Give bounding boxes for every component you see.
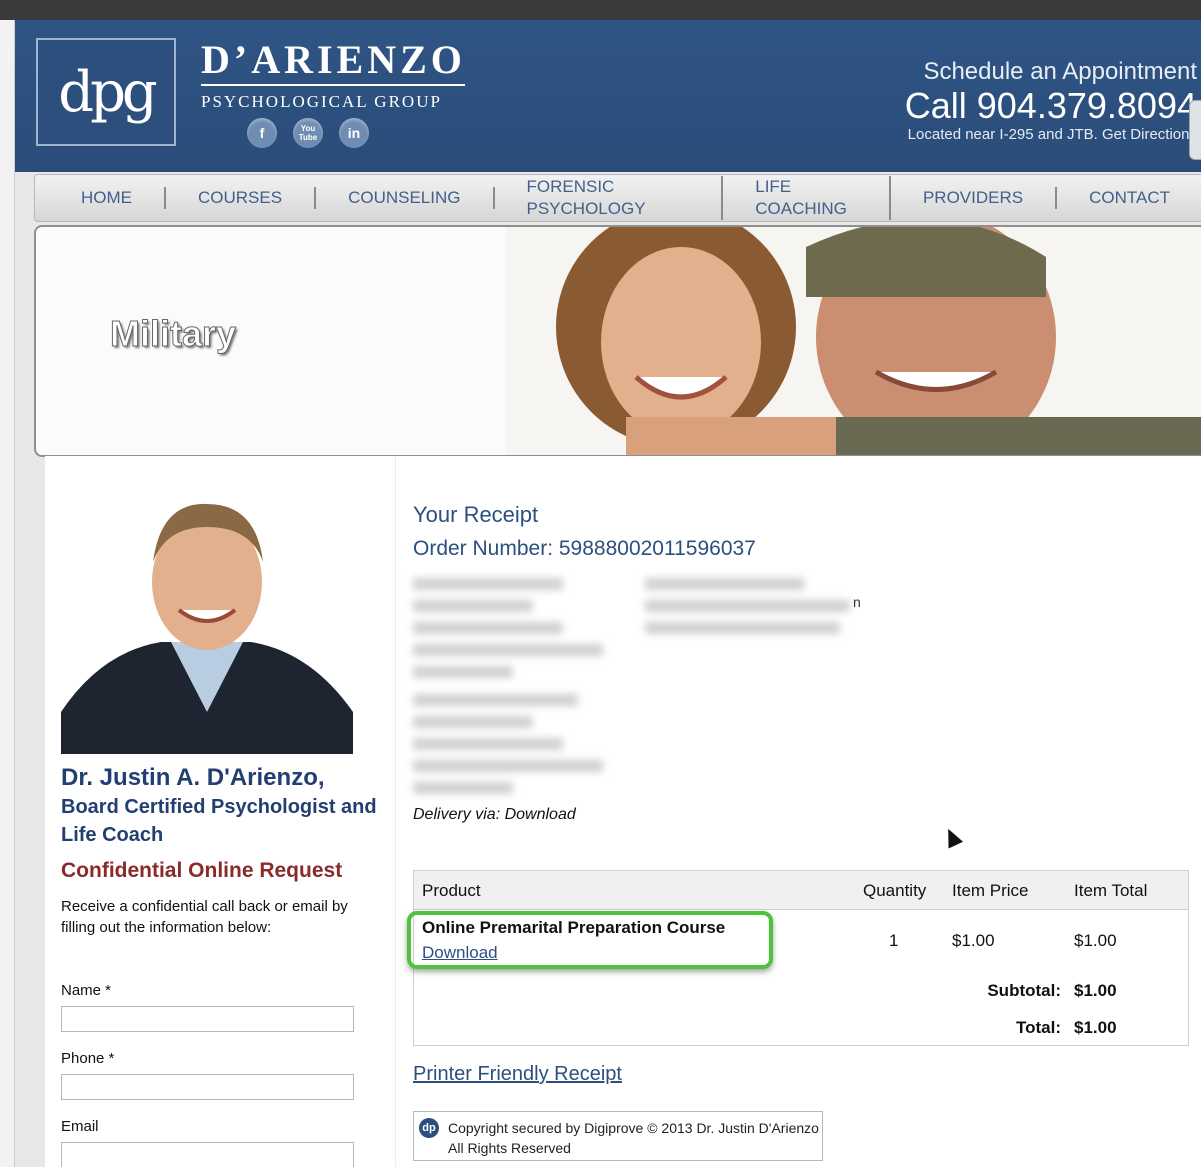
- blurred-billing-info: [413, 622, 563, 634]
- nav-forensic-psychology[interactable]: FORENSIC PSYCHOLOGY: [495, 176, 724, 220]
- social-links: f You Tube in: [247, 118, 369, 148]
- copyright-box: dp Copyright secured by Digiprove © 2013…: [413, 1111, 823, 1161]
- col-item-price: Item Price: [952, 881, 1029, 900]
- blurred-contact-info: [645, 622, 840, 634]
- order-number: Order Number: 59888002011596037: [413, 537, 756, 560]
- printer-friendly-link[interactable]: Printer Friendly Receipt: [413, 1063, 622, 1086]
- main-nav: HOME COURSES COUNSELING FORENSIC PSYCHOL…: [34, 174, 1201, 222]
- item-total-value: $1.00: [1074, 931, 1117, 950]
- name-field[interactable]: [61, 1006, 354, 1032]
- blurred-contact-info: [645, 578, 805, 590]
- request-description: Receive a confidential call back or emai…: [61, 898, 348, 936]
- youtube-icon[interactable]: You Tube: [293, 118, 323, 148]
- email-label: Email: [61, 1118, 99, 1135]
- copyright-line: Copyright secured by Digiprove © 2013 Dr…: [448, 1120, 819, 1136]
- nav-contact[interactable]: CONTACT: [1057, 187, 1201, 209]
- nav-providers[interactable]: PROVIDERS: [891, 187, 1058, 209]
- subtotal-value: $1.00: [1074, 981, 1117, 1000]
- page-content: Dr. Justin A. D'Arienzo, Board Certified…: [45, 456, 1201, 1167]
- appointment-block: Schedule an Appointment Call 904.379.809…: [905, 58, 1201, 160]
- banner-title: Military: [109, 313, 237, 355]
- total-value: $1.00: [1074, 1018, 1117, 1037]
- nav-counseling[interactable]: COUNSELING: [316, 187, 495, 209]
- order-table: Product Quantity Item Price Item Total O…: [407, 870, 1189, 1046]
- brand-divider: [201, 84, 465, 86]
- doctor-title: Board Certified Psychologist and Life Co…: [61, 796, 377, 846]
- brand-name: D’ARIENZO: [201, 37, 466, 82]
- email-field[interactable]: [61, 1142, 354, 1167]
- site-header: dpg D’ARIENZO PSYCHOLOGICAL GROUP f You …: [15, 20, 1201, 172]
- annotation-highlight: [407, 911, 773, 969]
- hero-banner: Military: [34, 225, 1201, 457]
- logo-mark: dpg: [58, 59, 158, 125]
- blurred-billing-info: [413, 578, 563, 590]
- blurred-contact-info: [645, 600, 850, 612]
- receipt-panel: Your Receipt Order Number: 5988800201159…: [407, 456, 1201, 1167]
- phone-label: Phone *: [61, 1050, 115, 1067]
- facebook-icon[interactable]: f: [247, 118, 277, 148]
- doctor-name: Dr. Justin A. D'Arienzo,: [61, 764, 325, 791]
- total-label: Total:: [1015, 1018, 1061, 1037]
- delivery-method: Delivery via: Download: [413, 806, 576, 823]
- col-quantity: Quantity: [863, 881, 927, 900]
- blurred-shipping-info: [413, 782, 513, 794]
- brand-subtitle: PSYCHOLOGICAL GROUP: [201, 92, 442, 111]
- website: dpg D’ARIENZO PSYCHOLOGICAL GROUP f You …: [15, 20, 1201, 1167]
- item-price-value: $1.00: [952, 931, 995, 950]
- phone-field[interactable]: [61, 1074, 354, 1100]
- receipt-title: Your Receipt: [413, 502, 539, 527]
- blurred-shipping-info: [413, 716, 533, 728]
- copyright-rights: All Rights Reserved: [448, 1140, 571, 1156]
- quantity-value: 1: [889, 931, 899, 950]
- blurred-billing-info: [413, 666, 513, 678]
- col-product: Product: [422, 881, 481, 900]
- nav-life-coaching[interactable]: LIFE COACHING: [723, 176, 891, 220]
- stray-character: n: [853, 594, 861, 610]
- nav-courses[interactable]: COURSES: [166, 187, 317, 209]
- name-label: Name *: [61, 982, 112, 999]
- banner-photo: [506, 227, 1201, 455]
- blurred-shipping-info: [413, 738, 563, 750]
- copyright-text: Copyright secured by Digiprove © 2013 Dr…: [448, 1118, 819, 1158]
- site-logo[interactable]: dpg: [36, 38, 176, 146]
- blurred-billing-info: [413, 600, 533, 612]
- brand-block: D’ARIENZO PSYCHOLOGICAL GROUP: [201, 38, 466, 112]
- blurred-billing-info: [413, 644, 603, 656]
- digiprove-icon: dp: [419, 1118, 439, 1138]
- browser-tab-strip: [0, 0, 1201, 20]
- nav-home[interactable]: HOME: [35, 187, 166, 209]
- appointment-title: Schedule an Appointment: [923, 58, 1197, 85]
- phone-icon: [1189, 100, 1201, 160]
- doctor-portrait: [61, 482, 353, 754]
- request-title: Confidential Online Request: [61, 859, 343, 882]
- col-item-total: Item Total: [1074, 881, 1148, 900]
- table-header: Product Quantity Item Price Item Total: [414, 871, 1188, 910]
- window-edge: [0, 20, 15, 1167]
- blurred-shipping-info: [413, 694, 578, 706]
- subtotal-label: Subtotal:: [987, 981, 1061, 1000]
- phone-number[interactable]: Call 904.379.8094: [905, 86, 1197, 126]
- linkedin-icon[interactable]: in: [339, 118, 369, 148]
- sidebar: Dr. Justin A. D'Arienzo, Board Certified…: [45, 456, 396, 1167]
- location-directions[interactable]: Located near I-295 and JTB. Get Directio…: [905, 126, 1197, 143]
- blurred-shipping-info: [413, 760, 603, 772]
